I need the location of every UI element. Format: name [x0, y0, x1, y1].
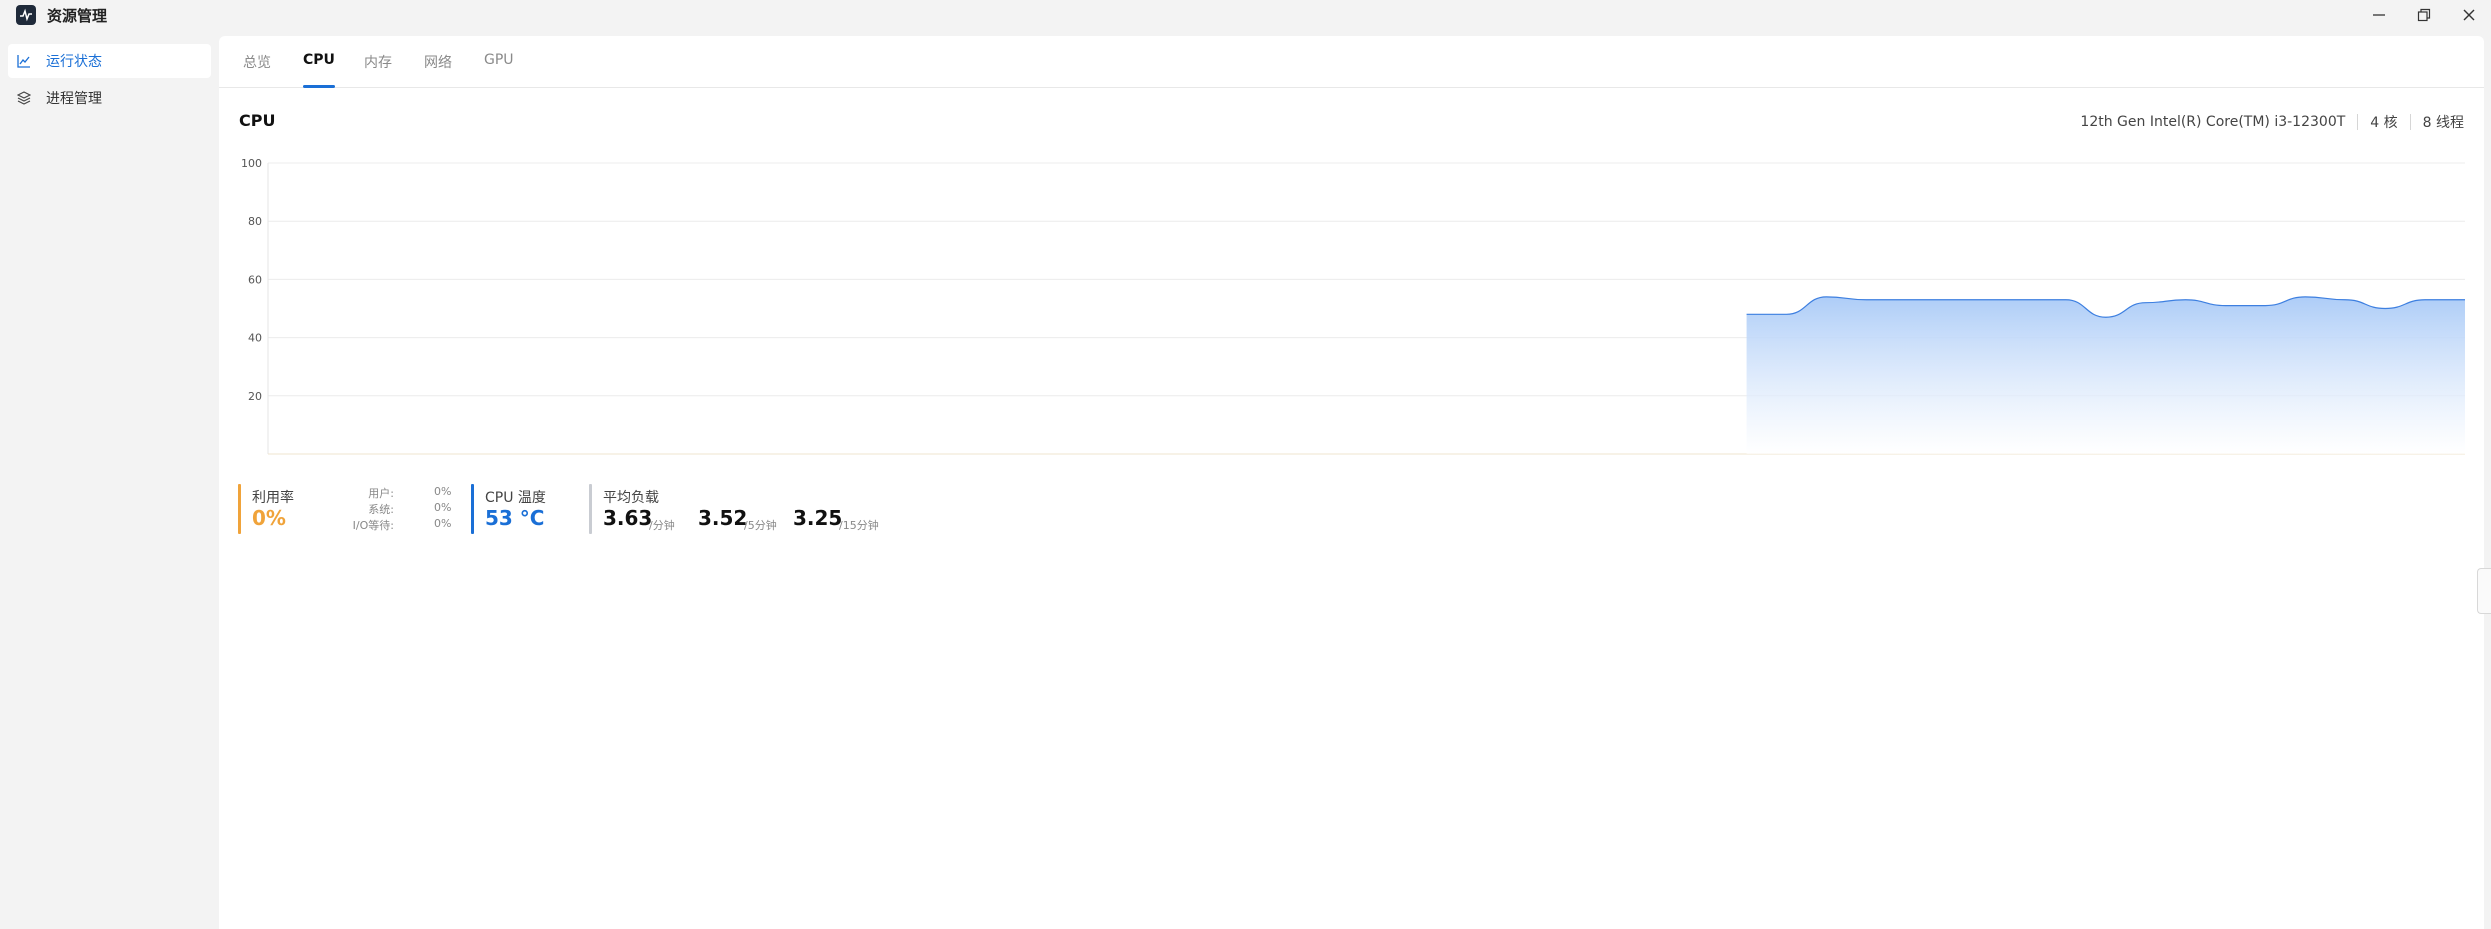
- layers-icon: [16, 90, 32, 106]
- app-title: 资源管理: [47, 7, 108, 25]
- iowait-value: 0%: [434, 517, 452, 530]
- app-logo-icon: [16, 5, 36, 25]
- load-5min-unit: /5分钟: [744, 519, 777, 532]
- main-panel: 总览 CPU 内存 网络 GPU CPU 12th Gen Intel(R) C…: [219, 36, 2484, 929]
- temperature-value: 53 °C: [485, 506, 545, 530]
- cpu-usage-area: [1746, 296, 2465, 454]
- close-button[interactable]: [2454, 2, 2484, 28]
- cpu-usage-chart: 100 80 60 40 20: [241, 157, 2466, 455]
- close-icon: [2463, 9, 2475, 21]
- usage-stat: 利用率 0% 用户: 0% 系统: 0% I/O等待: 0%: [238, 484, 451, 534]
- user-value: 0%: [434, 485, 452, 498]
- user-label: 用户:: [368, 487, 394, 500]
- load-1min-unit: /分钟: [649, 519, 675, 532]
- y-tick-label: 60: [248, 273, 262, 286]
- sidebar-item-label: 进程管理: [46, 91, 102, 107]
- temperature-stat: CPU 温度 53 °C: [471, 484, 581, 534]
- title-bar: 资源管理: [0, 0, 2491, 30]
- restore-icon: [2417, 8, 2431, 22]
- sidebar-item-process[interactable]: 进程管理: [8, 81, 211, 115]
- load-accent-bar: [589, 484, 592, 534]
- side-drawer-handle[interactable]: [2477, 568, 2491, 614]
- usage-label: 利用率: [252, 490, 294, 506]
- sidebar-item-label: 运行状态: [46, 54, 102, 70]
- temperature-label: CPU 温度: [485, 490, 546, 506]
- system-label: 系统:: [368, 503, 394, 516]
- iowait-label: I/O等待:: [352, 519, 394, 532]
- system-value: 0%: [434, 501, 452, 514]
- load-label: 平均负载: [603, 490, 659, 506]
- sidebar-item-run-status[interactable]: 运行状态: [8, 44, 211, 78]
- minimize-button[interactable]: [2364, 2, 2394, 28]
- load-1min-value: 3.63: [603, 506, 653, 530]
- y-tick-label: 80: [248, 215, 262, 228]
- usage-accent-bar: [238, 484, 241, 534]
- y-tick-label: 20: [248, 390, 262, 403]
- y-tick-label: 40: [248, 332, 262, 345]
- temperature-accent-bar: [471, 484, 474, 534]
- y-tick-label: 100: [241, 157, 262, 170]
- restore-button[interactable]: [2409, 2, 2439, 28]
- usage-value: 0%: [252, 506, 286, 530]
- load-15min-unit: /15分钟: [839, 519, 879, 532]
- load-average-stat: 平均负载 3.63 /分钟 3.52 /5分钟 3.25 /15分钟: [589, 484, 909, 534]
- load-15min-value: 3.25: [793, 506, 843, 530]
- load-5min-value: 3.52: [698, 506, 748, 530]
- line-chart-icon: [16, 53, 32, 69]
- minimize-icon: [2373, 14, 2385, 16]
